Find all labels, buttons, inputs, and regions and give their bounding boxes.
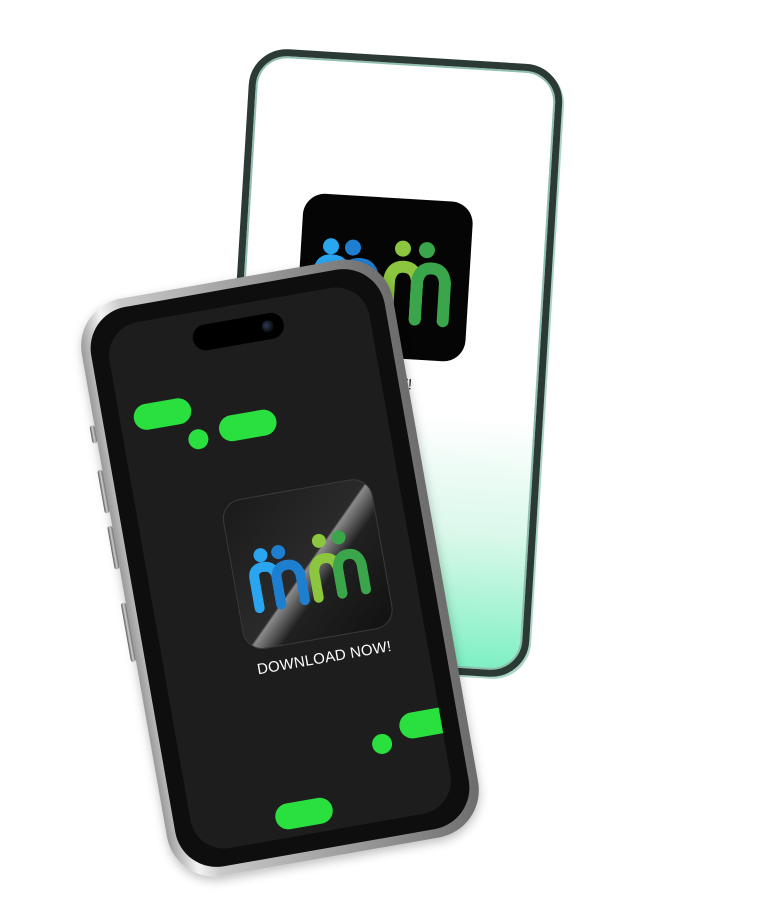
app-logo-front[interactable] bbox=[219, 476, 396, 653]
chat-dot-bottom bbox=[370, 732, 394, 756]
phone-screen: DOWNLOAD NOW! bbox=[103, 282, 457, 854]
chat-bubble-bottom-right bbox=[397, 704, 457, 741]
people-group-logo-icon bbox=[249, 530, 372, 614]
side-lock-button bbox=[120, 602, 137, 663]
camera-icon bbox=[260, 319, 275, 334]
volume-down-button bbox=[107, 525, 120, 570]
dynamic-island bbox=[190, 310, 286, 353]
chat-dot-top bbox=[186, 427, 210, 451]
volume-up-button bbox=[97, 469, 110, 514]
chat-bubble-top-right bbox=[216, 407, 279, 444]
chat-bubble-bottom-left bbox=[273, 795, 335, 832]
action-button bbox=[89, 425, 98, 444]
chat-bubble-top-left bbox=[131, 396, 194, 432]
